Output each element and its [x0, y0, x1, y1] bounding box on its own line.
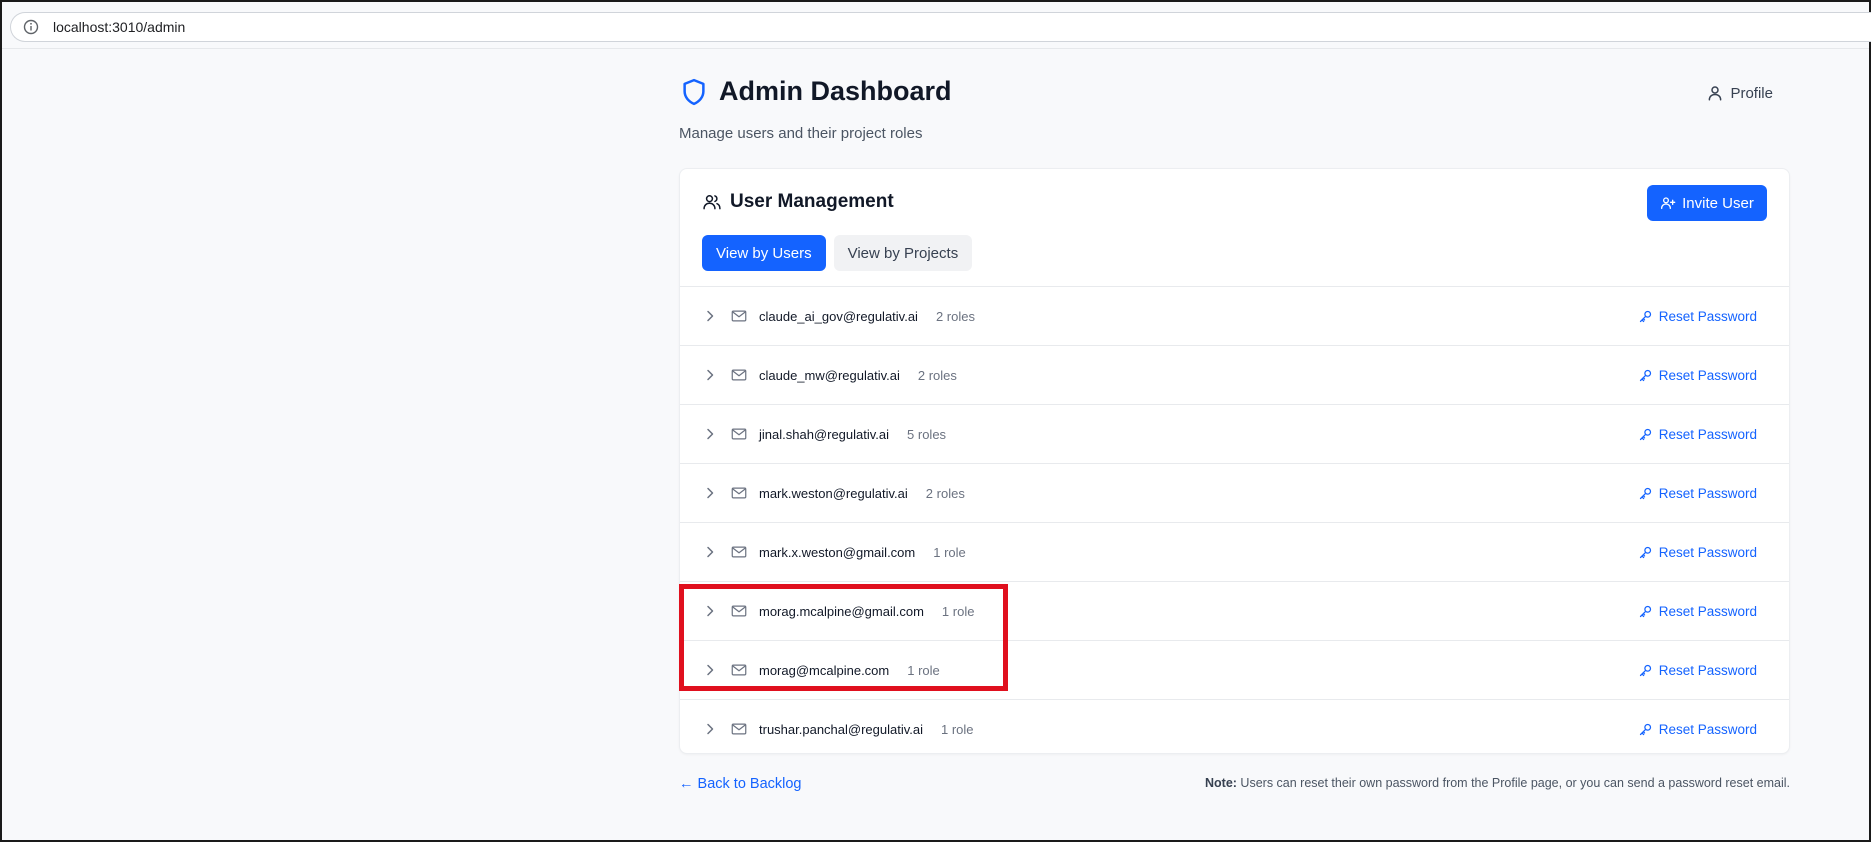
chevron-right-icon[interactable] — [702, 544, 718, 560]
key-icon — [1638, 663, 1653, 678]
chevron-right-icon[interactable] — [702, 662, 718, 678]
table-row[interactable]: claude_mw@regulativ.ai 2 roles Reset Pas… — [680, 345, 1789, 404]
chevron-right-icon[interactable] — [702, 426, 718, 442]
reset-password-label: Reset Password — [1658, 662, 1757, 678]
key-icon — [1638, 545, 1653, 560]
user-icon — [1706, 84, 1724, 102]
reset-password-label: Reset Password — [1658, 603, 1757, 619]
table-row[interactable]: morag@mcalpine.com 1 role Reset Password — [680, 640, 1789, 699]
chevron-right-icon[interactable] — [702, 603, 718, 619]
role-count: 1 role — [941, 721, 974, 737]
reset-password-button[interactable]: Reset Password — [1638, 486, 1757, 501]
reset-password-button[interactable]: Reset Password — [1638, 604, 1757, 619]
reset-password-label: Reset Password — [1658, 426, 1757, 442]
tab-view-by-users[interactable]: View by Users — [702, 235, 826, 271]
url-text[interactable]: localhost:3010/admin — [53, 19, 185, 35]
card-title: User Management — [730, 191, 894, 212]
user-email: mark.weston@regulativ.ai — [759, 485, 908, 501]
role-count: 1 role — [941, 603, 975, 619]
user-email: claude_mw@regulativ.ai — [759, 367, 900, 383]
key-icon — [1638, 722, 1653, 737]
user-email: morag.mcalpine@gmail.com — [759, 603, 924, 619]
table-row[interactable]: morag.mcalpine@gmail.com 1 role Reset Pa… — [680, 581, 1789, 640]
key-icon — [1638, 486, 1653, 501]
mail-icon — [730, 366, 748, 384]
user-list: claude_ai_gov@regulativ.ai 2 roles Reset… — [680, 286, 1789, 758]
mail-icon — [730, 307, 748, 325]
reset-password-button[interactable]: Reset Password — [1638, 427, 1757, 442]
invite-user-button[interactable]: Invite User — [1647, 185, 1767, 221]
reset-password-label: Reset Password — [1658, 485, 1757, 501]
page-header: Admin Dashboard Manage users and their p… — [679, 76, 1789, 142]
role-count: 2 roles — [935, 308, 975, 324]
footer-note: Note: Users can reset their own password… — [1205, 776, 1790, 790]
user-management-card: User Management Invite User View by User… — [679, 168, 1790, 754]
note-text: Users can reset their own password from … — [1236, 776, 1790, 790]
invite-user-label: Invite User — [1682, 194, 1754, 212]
key-icon — [1638, 368, 1653, 383]
users-icon — [702, 192, 722, 212]
reset-password-button[interactable]: Reset Password — [1638, 663, 1757, 678]
mail-icon — [730, 484, 748, 502]
role-count: 2 roles — [925, 485, 965, 501]
key-icon — [1638, 427, 1653, 442]
profile-link[interactable]: Profile — [1706, 84, 1773, 102]
role-count: 1 role — [933, 544, 966, 560]
key-icon — [1638, 604, 1653, 619]
view-tabs: View by Users View by Projects — [702, 235, 980, 271]
address-bar[interactable]: localhost:3010/admin — [10, 12, 1871, 42]
table-row[interactable]: claude_ai_gov@regulativ.ai 2 roles Reset… — [680, 286, 1789, 345]
info-icon[interactable] — [23, 19, 39, 35]
mail-icon — [730, 543, 748, 561]
mail-icon — [730, 425, 748, 443]
user-email: mark.x.weston@gmail.com — [759, 544, 916, 560]
reset-password-button[interactable]: Reset Password — [1638, 309, 1757, 324]
user-email: claude_ai_gov@regulativ.ai — [759, 308, 918, 324]
chevron-right-icon[interactable] — [702, 721, 718, 737]
reset-password-label: Reset Password — [1658, 308, 1757, 324]
table-row[interactable]: trushar.panchal@regulativ.ai 1 role Rese… — [680, 699, 1789, 758]
user-email: morag@mcalpine.com — [759, 662, 890, 678]
user-email: trushar.panchal@regulativ.ai — [759, 721, 923, 737]
role-count: 1 role — [907, 662, 940, 678]
table-row[interactable]: jinal.shah@regulativ.ai 5 roles Reset Pa… — [680, 404, 1789, 463]
chevron-right-icon[interactable] — [702, 367, 718, 383]
divider — [2, 48, 1869, 49]
page-subtitle: Manage users and their project roles — [679, 125, 923, 142]
reset-password-label: Reset Password — [1658, 544, 1757, 560]
role-count: 2 roles — [917, 367, 957, 383]
reset-password-button[interactable]: Reset Password — [1638, 368, 1757, 383]
chevron-right-icon[interactable] — [702, 308, 718, 324]
reset-password-button[interactable]: Reset Password — [1638, 722, 1757, 737]
mail-icon — [730, 661, 748, 679]
tab-view-by-projects[interactable]: View by Projects — [833, 235, 973, 271]
note-label: Note: — [1205, 776, 1237, 790]
page-title: Admin Dashboard — [719, 76, 952, 106]
chevron-right-icon[interactable] — [702, 485, 718, 501]
role-count: 5 roles — [907, 426, 947, 442]
shield-icon — [679, 77, 709, 107]
reset-password-label: Reset Password — [1658, 721, 1757, 737]
back-to-backlog-link[interactable]: ← Back to Backlog — [679, 776, 802, 792]
mail-icon — [730, 720, 748, 738]
user-email: jinal.shah@regulativ.ai — [759, 426, 890, 442]
user-plus-icon — [1660, 195, 1676, 211]
reset-password-button[interactable]: Reset Password — [1638, 545, 1757, 560]
profile-label: Profile — [1730, 84, 1773, 102]
mail-icon — [730, 602, 748, 620]
key-icon — [1638, 309, 1653, 324]
reset-password-label: Reset Password — [1658, 367, 1757, 383]
table-row[interactable]: mark.weston@regulativ.ai 2 roles Reset P… — [680, 463, 1789, 522]
table-row[interactable]: mark.x.weston@gmail.com 1 role Reset Pas… — [680, 522, 1789, 581]
